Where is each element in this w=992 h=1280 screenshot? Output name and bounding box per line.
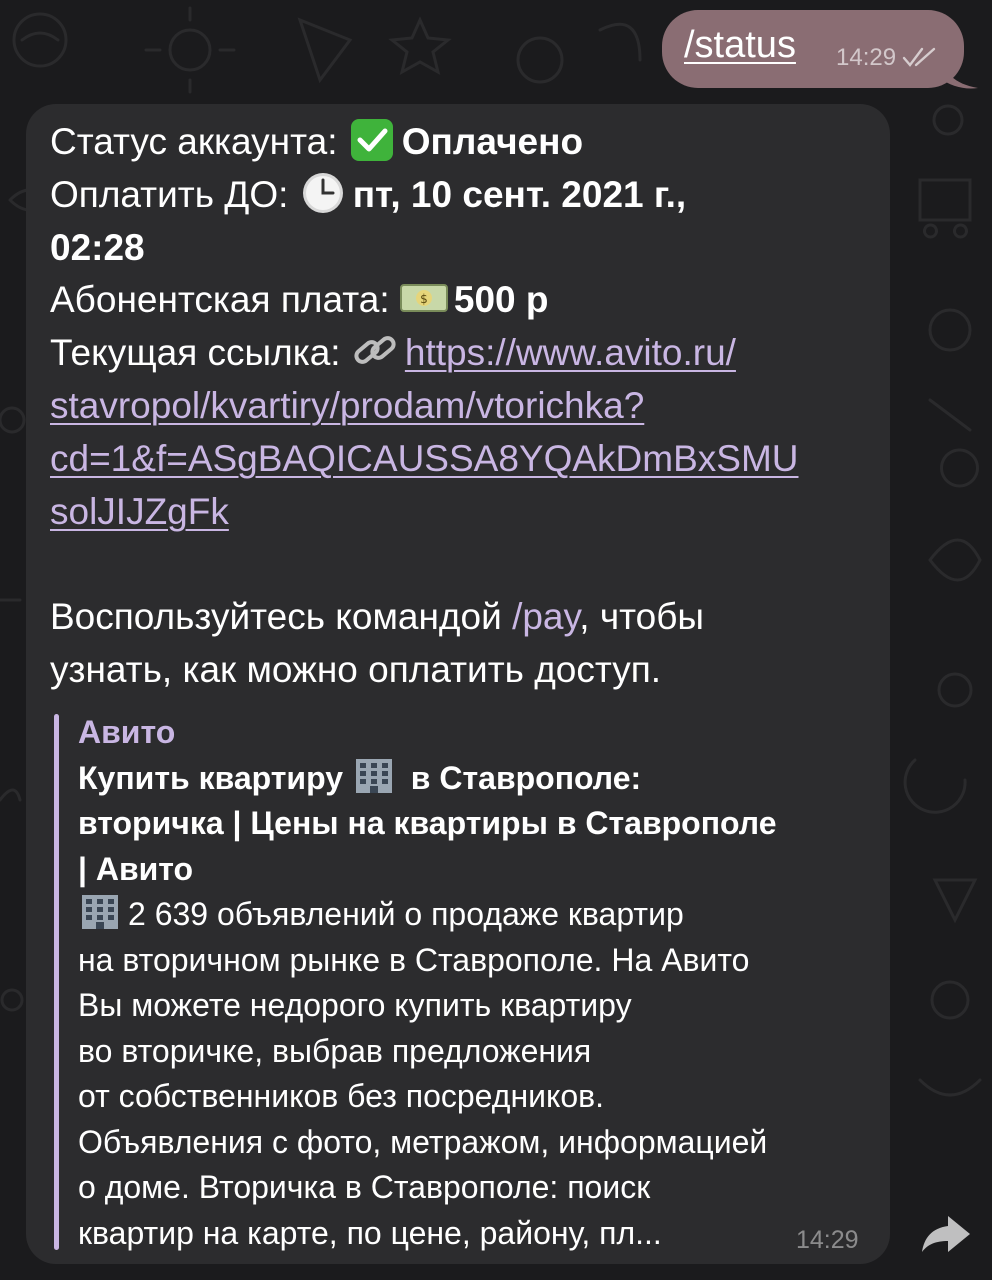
- fee-label: Абонентская плата:: [50, 279, 400, 321]
- link-icon: [354, 336, 396, 365]
- link-line: Текущая ссылка: https://www.avito.ru/: [50, 327, 890, 380]
- fee-value: 500 р: [453, 279, 549, 321]
- status-line: Статус аккаунта: Оплачено: [50, 116, 890, 169]
- link-preview[interactable]: Авито Купить квартиру в Ставрополе: втор…: [54, 710, 864, 1251]
- preview-desc-line-8: квартир на карте, по цене, району, пл...: [78, 1214, 662, 1251]
- office-building-icon: [355, 758, 392, 793]
- banknote-icon: $: [399, 284, 448, 313]
- preview-title-line-1: Купить квартиру в Ставрополе:: [78, 756, 878, 802]
- preview-desc-line-1: 2 639 объявлений о продаже квартир: [78, 892, 878, 938]
- incoming-time: 14:29: [796, 1226, 859, 1254]
- link-url-part-3[interactable]: cd=1&f=ASgBAQICAUSSA8YQAkDmBxSMU: [50, 438, 799, 479]
- status-label: Статус аккаунта:: [50, 121, 348, 162]
- double-check-icon: [902, 47, 936, 67]
- pay-until-value-2: 02:28: [50, 226, 145, 268]
- preview-desc-line-4: во вторичке, выбрав предложения: [78, 1032, 592, 1069]
- info-line-1: Воспользуйтесь командой /pay, чтобы: [50, 591, 890, 644]
- outgoing-message-bubble[interactable]: /status 14:29: [662, 10, 964, 88]
- fee-line: Абонентская плата: $ 500 р: [50, 274, 890, 327]
- status-value: Оплачено: [401, 121, 584, 162]
- preview-desc-line-5: от собственников без посредников.: [78, 1078, 605, 1114]
- outgoing-time: 14:29: [836, 44, 897, 71]
- link-url-part-2[interactable]: stavropol/kvartiry/prodam/vtorichka?: [50, 385, 644, 426]
- link-url-part-1[interactable]: https://www.avito.ru/: [405, 332, 736, 373]
- info-line-2: узнать, как можно оплатить доступ.: [50, 648, 662, 690]
- preview-desc-line-6: Объявления с фото, метражом, информацией: [78, 1123, 768, 1160]
- preview-site-name: Авито: [78, 714, 176, 750]
- link-url-part-4[interactable]: solJIJZgFk: [50, 491, 229, 532]
- info-after: , чтобы: [579, 596, 704, 638]
- svg-text:$: $: [420, 292, 428, 306]
- preview-desc-text-1: 2 639 объявлений о продаже квартир: [128, 896, 684, 932]
- preview-desc-line-3: Вы можете недорого купить квартиру: [78, 987, 632, 1023]
- pay-until-label: Оплатить ДО:: [50, 173, 299, 215]
- pay-command-link[interactable]: /pay: [512, 596, 579, 637]
- outgoing-command-text[interactable]: /status: [684, 24, 796, 67]
- preview-desc-line-7: о доме. Вторичка в Ставрополе: поиск: [78, 1169, 651, 1205]
- preview-desc-line-2: на вторичном рынке в Ставрополе. На Авит…: [78, 941, 750, 978]
- pay-until-line: Оплатить ДО: пт, 10 сент. 2021 г.,: [50, 169, 890, 222]
- pay-until-value-1: пт, 10 сент. 2021 г.,: [352, 173, 687, 215]
- preview-title-part-b: в Ставрополе:: [401, 759, 642, 796]
- clock-icon: [302, 172, 343, 213]
- check-mark-icon: [350, 119, 393, 161]
- office-building-icon: [82, 895, 118, 929]
- info-before: Воспользуйтесь командой: [50, 596, 513, 638]
- preview-title-part-a: Купить квартиру: [78, 759, 352, 796]
- incoming-message-bubble[interactable]: Статус аккаунта: Оплачено Оплатить ДО: п…: [26, 104, 890, 1264]
- preview-accent-bar: [54, 714, 59, 1250]
- share-forward-icon[interactable]: [918, 1210, 974, 1256]
- preview-title-line-3: | Авито: [78, 850, 194, 887]
- preview-title-line-2: вторичка | Цены на квартиры в Ставрополе: [78, 805, 777, 841]
- link-label: Текущая ссылка:: [50, 332, 351, 374]
